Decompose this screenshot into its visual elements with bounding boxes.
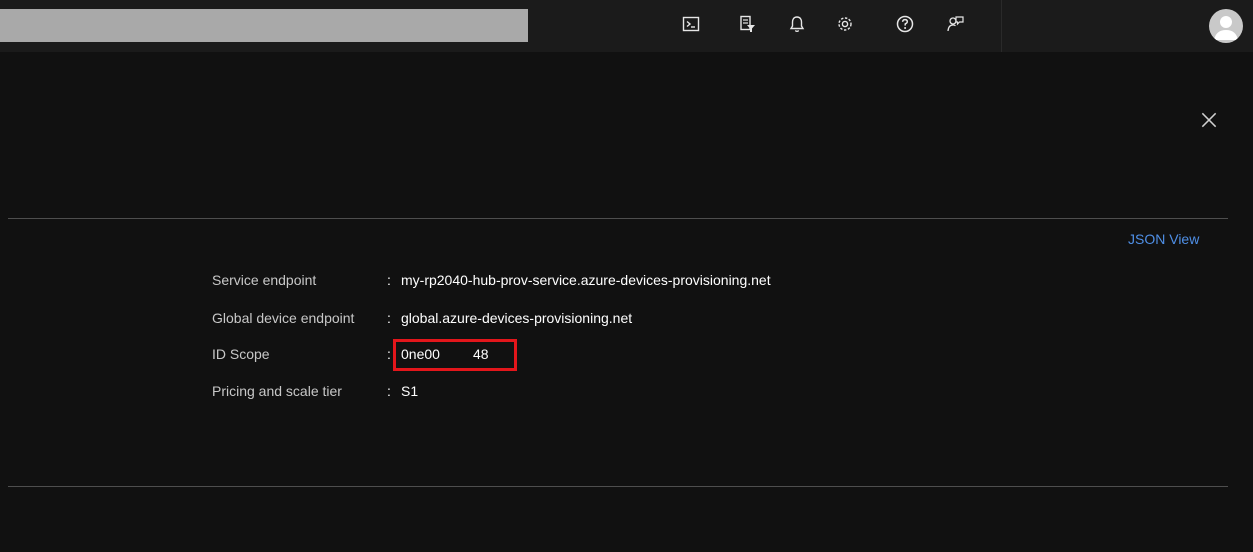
- id-scope-highlight-box: [393, 339, 517, 371]
- property-colon: :: [387, 383, 391, 399]
- property-row-global-device-endpoint: Global device endpoint : global.azure-de…: [212, 308, 632, 328]
- directory-filter-icon[interactable]: [736, 13, 758, 35]
- property-label: Global device endpoint: [212, 310, 355, 326]
- close-x-icon: [1201, 112, 1217, 128]
- json-view-link[interactable]: JSON View: [1128, 231, 1199, 247]
- property-value: global.azure-devices-provisioning.net: [401, 310, 633, 326]
- property-value: S1: [401, 383, 419, 399]
- user-avatar-icon[interactable]: [1209, 9, 1243, 43]
- help-question-icon[interactable]: [894, 13, 916, 35]
- section-divider-bottom: [8, 486, 1228, 487]
- property-row-pricing-tier: Pricing and scale tier : S1: [212, 381, 418, 401]
- property-row-service-endpoint: Service endpoint : my-rp2040-hub-prov-se…: [212, 270, 771, 290]
- search-input[interactable]: [0, 9, 528, 42]
- property-value: my-rp2040-hub-prov-service.azure-devices…: [401, 272, 771, 288]
- property-label: Service endpoint: [212, 272, 317, 288]
- property-colon: :: [387, 310, 391, 326]
- property-label: Pricing and scale tier: [212, 383, 342, 399]
- close-panel-button[interactable]: [1197, 108, 1221, 132]
- cloud-shell-icon[interactable]: [680, 13, 702, 35]
- feedback-icon[interactable]: [944, 13, 966, 35]
- property-colon: :: [387, 272, 391, 288]
- property-label: ID Scope: [212, 346, 270, 362]
- settings-gear-icon[interactable]: [834, 13, 856, 35]
- notifications-bell-icon[interactable]: [786, 13, 808, 35]
- account-separator: [1001, 0, 1002, 52]
- section-divider-top: [8, 218, 1228, 219]
- top-bar: [0, 0, 1253, 52]
